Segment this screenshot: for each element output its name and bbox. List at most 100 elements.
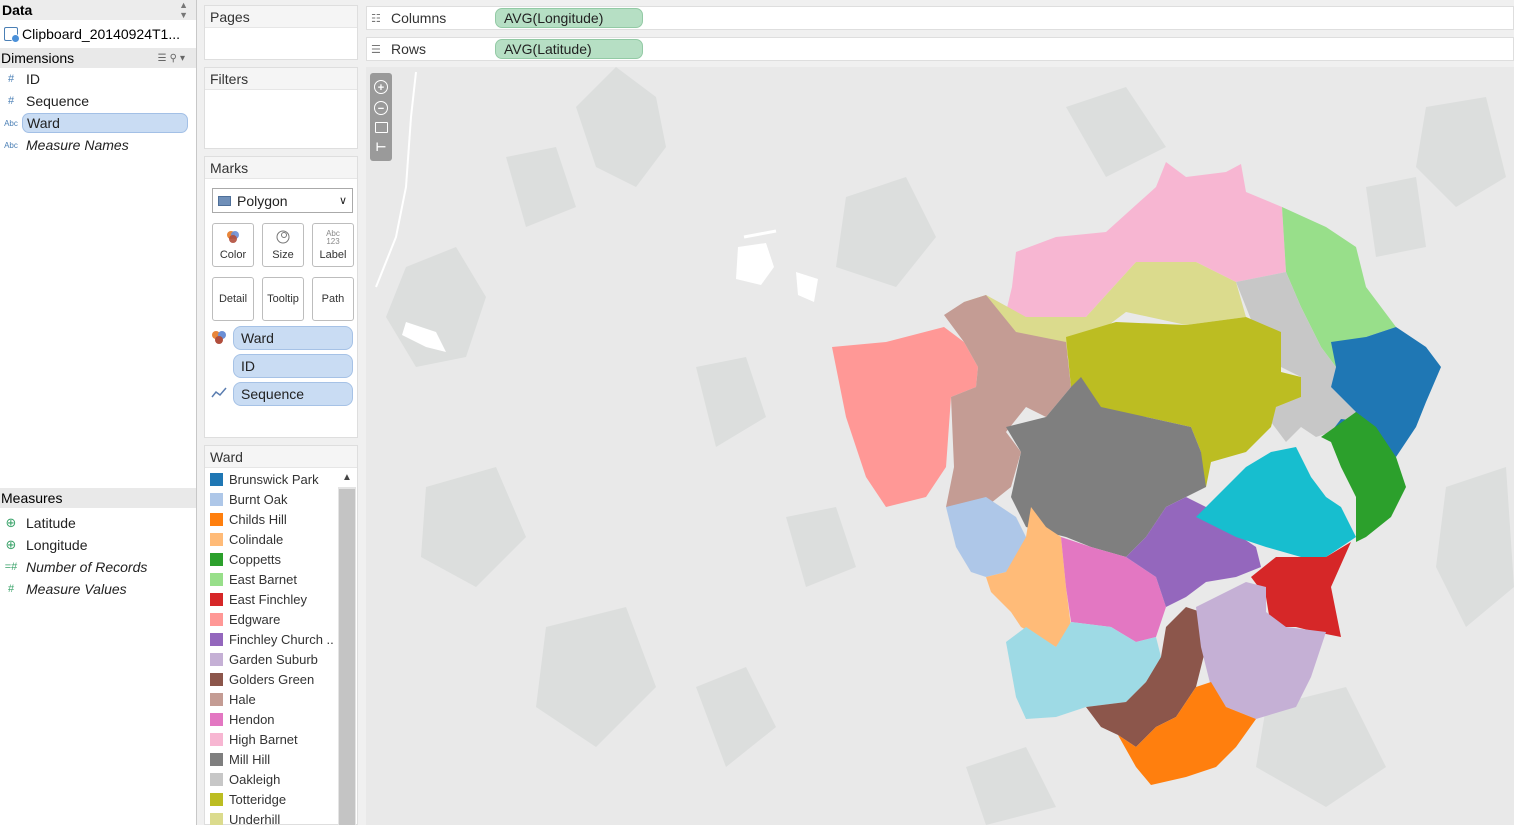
filters-title: Filters [205, 68, 357, 90]
detail-button[interactable]: Detail [212, 277, 254, 321]
columns-icon: ☷ [371, 12, 381, 25]
pin-icon[interactable]: ⊢ [374, 140, 388, 154]
color-legend-card: Ward Brunswick Park Burnt Oak Childs Hill C… [204, 445, 358, 825]
legend-item[interactable]: Oakleigh [205, 769, 337, 789]
data-pane: Data ▲ ▼ Clipboard_20140924T1... Dimensio… [0, 0, 197, 825]
legend-item[interactable]: Finchley Church .. [205, 629, 337, 649]
zoom-out-icon[interactable]: − [374, 100, 388, 115]
legend-item[interactable]: Golders Green [205, 669, 337, 689]
color-button-label: Color [219, 249, 247, 261]
tooltip-button[interactable]: Tooltip [262, 277, 304, 321]
path-button-label: Path [321, 293, 345, 305]
legend-item[interactable]: Garden Suburb [205, 649, 337, 669]
dimension-field[interactable]: Abc Ward [0, 112, 196, 134]
id-detail-pill[interactable]: ID [233, 354, 353, 378]
measure-field[interactable]: =# Number of Records [0, 556, 196, 578]
legend-item[interactable]: High Barnet [205, 729, 337, 749]
legend-swatch [210, 732, 223, 746]
path-button[interactable]: Path [312, 277, 354, 321]
measures-list: ⊕ Latitude ⊕ Longitude =# Number of Records # M… [0, 512, 196, 600]
mark-type-value: Polygon [237, 192, 288, 209]
tooltip-button-label: Tooltip [267, 293, 299, 305]
legend-item[interactable]: Coppetts [205, 549, 337, 569]
legend-scrollbar[interactable]: ▲ [338, 469, 356, 825]
size-button[interactable]: Size [262, 223, 304, 267]
ward-color-pill[interactable]: Ward [233, 326, 353, 350]
measure-label: Number of Records [26, 559, 148, 575]
marks-pill-row-detail: ID [205, 354, 359, 378]
legend-item[interactable]: Hendon [205, 709, 337, 729]
label-button-label: Label [319, 249, 347, 261]
text-label-icon: Abc 123 [326, 229, 340, 246]
sequence-path-pill[interactable]: Sequence [233, 382, 353, 406]
search-icon[interactable]: ⚲ [170, 53, 180, 64]
legend-label: Hale [229, 691, 256, 707]
legend-label: Childs Hill [229, 511, 287, 527]
legend-swatch [210, 512, 223, 526]
legend-item[interactable]: Underhill [205, 809, 337, 825]
latitude-pill[interactable]: AVG(Latitude) [495, 39, 643, 59]
legend-swatch [210, 812, 223, 825]
mark-type-select[interactable]: Polygon ∨ [212, 188, 353, 213]
dimension-label: Ward [22, 113, 188, 133]
columns-shelf[interactable]: ☷ Columns AVG(Longitude) [366, 6, 1514, 30]
scroll-thumb[interactable] [339, 489, 355, 825]
longitude-pill[interactable]: AVG(Longitude) [495, 8, 643, 28]
legend-item[interactable]: East Finchley [205, 589, 337, 609]
dimension-field[interactable]: # ID [0, 68, 196, 90]
legend-item[interactable]: Brunswick Park [205, 469, 337, 489]
color-button[interactable]: Color [212, 223, 254, 267]
measure-field[interactable]: ⊕ Latitude [0, 512, 196, 534]
legend-label: Oakleigh [229, 771, 281, 787]
legend-item[interactable]: Mill Hill [205, 749, 337, 769]
dimension-field[interactable]: Abc Measure Names [0, 134, 196, 156]
legend-swatch [210, 652, 223, 666]
zoom-in-icon[interactable]: + [374, 79, 388, 94]
measures-title: Measures [1, 490, 63, 506]
measure-field[interactable]: ⊕ Longitude [0, 534, 196, 556]
measure-field[interactable]: # Measure Values [0, 578, 196, 600]
pane-menu-icon[interactable]: ▲ ▼ [179, 0, 188, 20]
legend-label: East Barnet [229, 571, 297, 587]
legend-label: Mill Hill [229, 751, 271, 767]
string-type-icon: Abc [4, 118, 18, 128]
cards-column: Pages Filters Marks Polygon ∨ Color Size… [204, 0, 358, 825]
scroll-up-icon[interactable]: ▲ [338, 469, 356, 487]
list-view-icon[interactable]: ☰ [158, 53, 170, 64]
dropdown-arrow-icon[interactable]: ▾ [180, 53, 188, 64]
legend-label: Finchley Church .. [229, 631, 334, 647]
filters-card[interactable]: Filters [204, 67, 358, 149]
legend-item[interactable]: East Barnet [205, 569, 337, 589]
datasource-item[interactable]: Clipboard_20140924T1... [0, 20, 196, 48]
legend-item[interactable]: Childs Hill [205, 509, 337, 529]
legend-label: Underhill [229, 811, 281, 825]
data-pane-title: Data [2, 2, 33, 18]
legend-swatch [210, 532, 223, 546]
label-button[interactable]: Abc 123 Label [312, 223, 354, 267]
polygon-icon [218, 195, 231, 206]
dimension-label: ID [26, 71, 40, 87]
rows-shelf[interactable]: ☰ Rows AVG(Latitude) [366, 37, 1514, 61]
dimensions-header: Dimensions ☰⚲▾ [0, 48, 196, 68]
legend-item[interactable]: Burnt Oak [205, 489, 337, 509]
map-view[interactable]: + − ⊢ [366, 67, 1514, 825]
measure-label: Measure Values [26, 581, 127, 597]
legend-item[interactable]: Totteridge [205, 789, 337, 809]
legend-item[interactable]: Edgware [205, 609, 337, 629]
legend-swatch [210, 592, 223, 606]
measure-label: Latitude [26, 515, 76, 531]
color-icon [225, 230, 241, 246]
datasource-label: Clipboard_20140924T1... [22, 26, 181, 42]
legend-label: Brunswick Park [229, 471, 319, 487]
rows-icon: ☰ [371, 43, 381, 56]
legend-title: Ward [205, 446, 357, 468]
rect-select-icon[interactable] [374, 122, 388, 134]
marks-pill-row-color: Ward [205, 326, 359, 350]
legend-swatch [210, 612, 223, 626]
legend-item[interactable]: Hale [205, 689, 337, 709]
legend-item[interactable]: Colindale [205, 529, 337, 549]
dimension-field[interactable]: # Sequence [0, 90, 196, 112]
pages-card[interactable]: Pages [204, 5, 358, 60]
dimensions-tools[interactable]: ☰⚲▾ [158, 53, 188, 64]
dimension-label: Sequence [26, 93, 90, 109]
